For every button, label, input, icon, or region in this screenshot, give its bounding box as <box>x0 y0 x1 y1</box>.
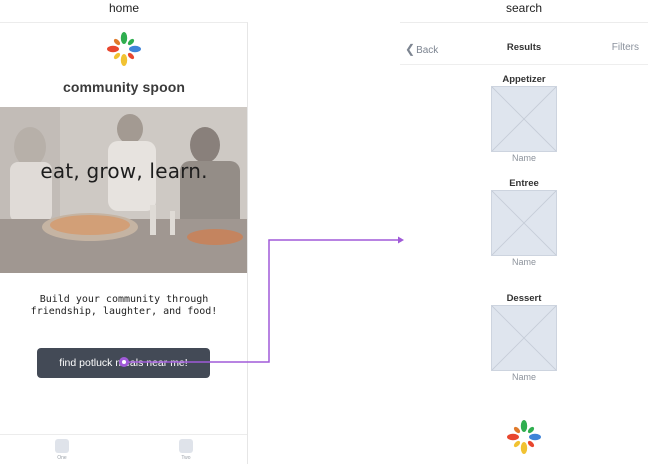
logo-icon <box>506 419 542 455</box>
home-screen: community spoon eat, grow, learn. Build … <box>0 22 248 464</box>
search-screen: ❮Back Results Filters Appetizer Name Ent… <box>400 22 648 464</box>
tab-two[interactable]: Two <box>166 439 206 461</box>
category-appetizer[interactable]: Appetizer Name <box>470 74 578 163</box>
image-placeholder-icon <box>491 305 557 371</box>
category-title: Entree <box>509 178 539 189</box>
category-dessert[interactable]: Dessert Name <box>470 293 578 382</box>
tab-icon <box>179 439 193 453</box>
logo-icon <box>106 31 142 67</box>
filters-button[interactable]: Filters <box>612 42 639 53</box>
item-name: Name <box>511 257 536 267</box>
screen-label-home: home <box>108 1 140 15</box>
category-entree[interactable]: Entree Name <box>470 178 578 267</box>
tab-icon <box>55 439 69 453</box>
category-title: Appetizer <box>502 74 546 85</box>
category-title: Dessert <box>506 293 542 304</box>
tab-label: One <box>57 455 67 461</box>
brand-name: community spoon <box>62 79 186 95</box>
find-meals-button[interactable]: find potluck meals near me! <box>37 348 210 378</box>
image-placeholder-icon <box>491 190 557 256</box>
tab-one[interactable]: One <box>42 439 82 461</box>
nav-bar: ❮Back Results Filters <box>400 23 648 65</box>
hero-image: eat, grow, learn. <box>0 107 247 273</box>
item-name: Name <box>511 153 536 163</box>
tagline: Build your community through friendship,… <box>30 294 218 317</box>
screen-label-search: search <box>505 1 543 15</box>
tab-bar: One Two <box>0 434 247 464</box>
item-name: Name <box>511 372 536 382</box>
tab-label: Two <box>181 455 191 461</box>
hero-headline: eat, grow, learn. <box>40 159 208 183</box>
image-placeholder-icon <box>491 86 557 152</box>
